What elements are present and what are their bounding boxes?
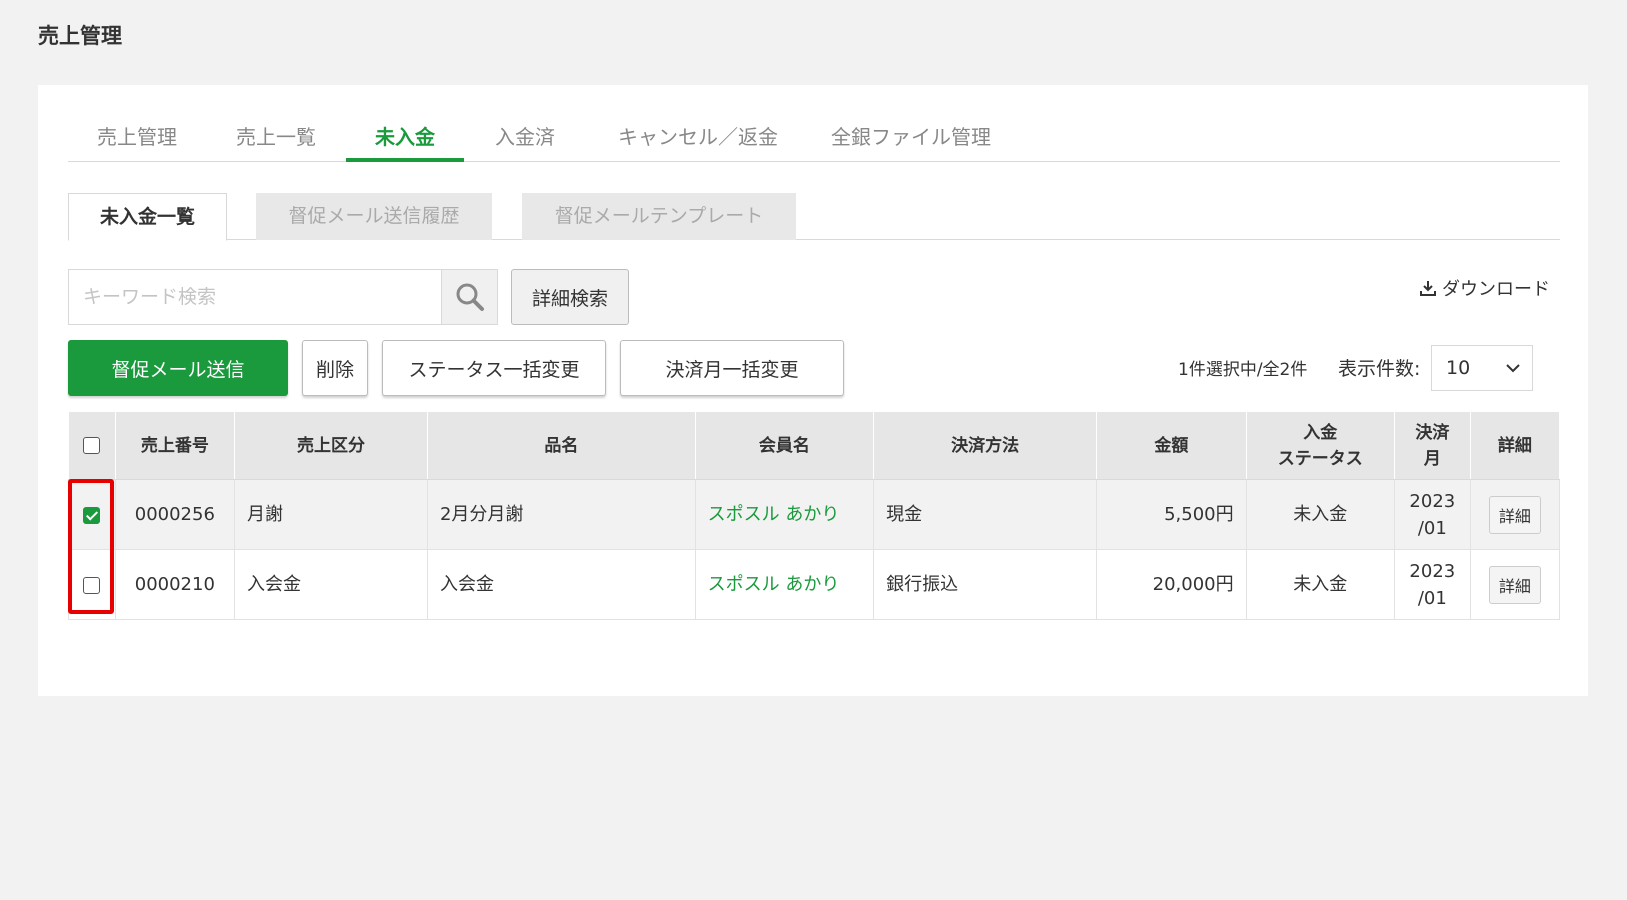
search-button[interactable] xyxy=(441,270,497,324)
tab-unpaid[interactable]: 未入金 xyxy=(346,115,464,162)
cell-member[interactable]: スポスル あかり xyxy=(694,479,875,550)
header-month-line2: 月 xyxy=(1423,448,1441,469)
header-status-line1: 入金 xyxy=(1303,422,1338,443)
download-link[interactable]: ダウンロード xyxy=(1420,275,1550,301)
table-header-row: 売上番号 売上区分 品名 会員名 決済方法 金額 入金 ステータス 決済 月 詳… xyxy=(68,411,1561,480)
unpaid-table: 売上番号 売上区分 品名 会員名 決済方法 金額 入金 ステータス 決済 月 詳… xyxy=(68,411,1561,620)
send-reminder-button[interactable]: 督促メール送信 xyxy=(68,340,288,396)
cell-status: 未入金 xyxy=(1245,549,1395,620)
tab-zengin-file[interactable]: 全銀ファイル管理 xyxy=(810,115,1012,162)
cell-month-line1: 2023 xyxy=(1409,490,1456,512)
detail-button[interactable]: 詳細 xyxy=(1488,495,1541,534)
cell-sales-no: 0000256 xyxy=(114,479,236,550)
select-all-cell xyxy=(68,411,116,480)
download-icon xyxy=(1420,281,1436,296)
bulk-month-change-button[interactable]: 決済月一括変更 xyxy=(620,340,844,396)
cell-month-line2: /01 xyxy=(1417,587,1447,609)
search-icon xyxy=(456,283,484,311)
cell-detail: 詳細 xyxy=(1469,479,1561,550)
tab-sales-management[interactable]: 売上管理 xyxy=(68,115,206,162)
header-sales-no: 売上番号 xyxy=(114,411,236,480)
tab-sales-list[interactable]: 売上一覧 xyxy=(206,115,346,162)
header-item: 品名 xyxy=(426,411,696,480)
bulk-status-change-button[interactable]: ステータス一括変更 xyxy=(382,340,606,396)
per-page-label: 表示件数: xyxy=(1338,358,1421,380)
page-title: 売上管理 xyxy=(38,24,122,48)
cell-status: 未入金 xyxy=(1245,479,1395,550)
main-tabs: 売上管理 売上一覧 未入金 入金済 キャンセル／返金 全銀ファイル管理 xyxy=(68,115,1560,162)
table-row: 0000256 月謝 2月分月謝 スポスル あかり 現金 5,500円 未入金 … xyxy=(68,479,1561,550)
tab-paid[interactable]: 入金済 xyxy=(464,115,586,162)
row-select-cell xyxy=(68,479,116,550)
search-input[interactable] xyxy=(69,270,441,324)
search-box xyxy=(68,269,498,325)
subtab-reminder-history[interactable]: 督促メール送信履歴 xyxy=(256,193,492,240)
header-status-line2: ステータス xyxy=(1277,448,1363,469)
chevron-down-icon xyxy=(1506,364,1520,373)
cell-amount: 20,000円 xyxy=(1096,549,1247,620)
cell-month-line2: /01 xyxy=(1417,517,1447,539)
sub-tabs: 未入金一覧 督促メール送信履歴 督促メールテンプレート xyxy=(68,193,1560,241)
cell-member[interactable]: スポスル あかり xyxy=(694,549,875,620)
row-checkbox[interactable] xyxy=(83,506,101,524)
row-checkbox[interactable] xyxy=(83,576,101,594)
cell-detail: 詳細 xyxy=(1469,549,1561,620)
cell-category: 入会金 xyxy=(234,549,428,620)
table-row: 0000210 入会金 入会金 スポスル あかり 銀行振込 20,000円 未入… xyxy=(68,549,1561,620)
subtab-reminder-template[interactable]: 督促メールテンプレート xyxy=(522,193,796,240)
cell-amount: 5,500円 xyxy=(1096,479,1247,550)
cell-payment-method: 現金 xyxy=(873,479,1098,550)
cell-sales-no: 0000210 xyxy=(114,549,236,620)
advanced-search-button[interactable]: 詳細検索 xyxy=(511,269,629,325)
row-select-cell xyxy=(68,549,116,620)
header-status: 入金 ステータス xyxy=(1245,411,1395,480)
cell-month: 2023 /01 xyxy=(1393,479,1471,550)
header-month: 決済 月 xyxy=(1393,411,1471,480)
cell-payment-method: 銀行振込 xyxy=(873,549,1098,620)
header-payment-method: 決済方法 xyxy=(873,411,1098,480)
cell-month: 2023 /01 xyxy=(1393,549,1471,620)
header-amount: 金額 xyxy=(1096,411,1247,480)
subtab-unpaid-list[interactable]: 未入金一覧 xyxy=(68,193,227,241)
cell-item: 2月分月謝 xyxy=(426,479,696,550)
header-month-line1: 決済 xyxy=(1415,422,1450,443)
main-card: 売上管理 売上一覧 未入金 入金済 キャンセル／返金 全銀ファイル管理 未入金一… xyxy=(38,85,1588,696)
delete-button[interactable]: 削除 xyxy=(302,340,368,396)
download-label: ダウンロード xyxy=(1442,279,1550,300)
header-detail: 詳細 xyxy=(1469,411,1561,480)
cell-month-line1: 2023 xyxy=(1409,560,1456,582)
cell-category: 月謝 xyxy=(234,479,428,550)
per-page-select[interactable]: 10 xyxy=(1431,345,1533,391)
selection-info: 1件選択中/全2件 xyxy=(1178,360,1308,380)
tab-cancel-refund[interactable]: キャンセル／返金 xyxy=(586,115,810,162)
cell-item: 入会金 xyxy=(426,549,696,620)
detail-button[interactable]: 詳細 xyxy=(1488,565,1541,604)
select-all-checkbox[interactable] xyxy=(83,437,101,454)
header-member: 会員名 xyxy=(694,411,875,480)
header-category: 売上区分 xyxy=(234,411,428,480)
per-page-value: 10 xyxy=(1446,357,1471,379)
